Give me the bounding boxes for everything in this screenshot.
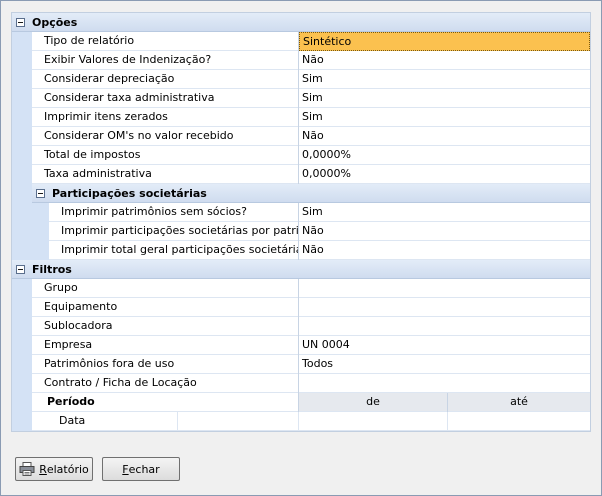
property-row[interactable]: Sublocadora bbox=[12, 317, 590, 336]
property-row[interactable]: Imprimir participações societárias por p… bbox=[12, 222, 590, 241]
data-to-field[interactable] bbox=[447, 412, 590, 431]
report-button-label: elatório bbox=[46, 462, 89, 476]
property-value[interactable]: Não bbox=[299, 241, 590, 260]
report-button[interactable]: Relatório bbox=[15, 457, 93, 481]
property-label: Considerar depreciação bbox=[32, 70, 298, 89]
property-row[interactable]: Contrato / Ficha de Locação bbox=[12, 374, 590, 393]
data-row[interactable]: Data bbox=[12, 412, 590, 431]
property-label: Empresa bbox=[32, 336, 298, 355]
property-label: Imprimir participações societárias por p… bbox=[49, 222, 298, 241]
property-value[interactable]: 0,0000% bbox=[299, 146, 590, 165]
property-label: Imprimir total geral participações socie… bbox=[49, 241, 298, 260]
category-opcoes[interactable]: Opções bbox=[12, 13, 590, 32]
property-row[interactable]: Empresa UN 0004 bbox=[12, 336, 590, 355]
property-value[interactable]: 0,0000% bbox=[299, 165, 590, 184]
property-row[interactable]: Exibir Valores de Indenização? Não bbox=[12, 51, 590, 70]
property-label: Tipo de relatório bbox=[32, 32, 298, 51]
property-value[interactable]: Não bbox=[299, 127, 590, 146]
property-value[interactable] bbox=[299, 279, 590, 298]
property-label: Imprimir patrimônios sem sócios? bbox=[49, 203, 298, 222]
property-row[interactable]: Equipamento bbox=[12, 298, 590, 317]
property-row[interactable]: Imprimir total geral participações socie… bbox=[12, 241, 590, 260]
property-row[interactable]: Considerar OM's no valor recebido Não bbox=[12, 127, 590, 146]
property-row[interactable]: Total de impostos 0,0000% bbox=[12, 146, 590, 165]
property-row[interactable]: Tipo de relatório Sintético bbox=[12, 32, 590, 51]
periodo-row: Período de até bbox=[12, 393, 590, 412]
subcategory-wrapper: Participações societárias bbox=[12, 184, 590, 203]
property-grid: Opções Tipo de relatório Sintético Exibi… bbox=[11, 12, 591, 432]
property-label: Patrimônios fora de uso bbox=[32, 355, 298, 374]
data-from-field[interactable] bbox=[298, 412, 447, 431]
property-label: Considerar taxa administrativa bbox=[32, 89, 298, 108]
collapse-icon[interactable] bbox=[16, 17, 25, 27]
close-button[interactable]: Fechar bbox=[102, 457, 180, 481]
category-title: Participações societárias bbox=[52, 186, 207, 200]
category-title: Filtros bbox=[32, 262, 72, 276]
property-value[interactable]: Sim bbox=[299, 70, 590, 89]
property-row[interactable]: Imprimir itens zerados Sim bbox=[12, 108, 590, 127]
property-value[interactable] bbox=[299, 317, 590, 336]
property-value[interactable] bbox=[299, 298, 590, 317]
collapse-icon[interactable] bbox=[36, 188, 45, 198]
property-value[interactable]: Não bbox=[299, 51, 590, 70]
property-value-tipo-relatorio[interactable]: Sintético bbox=[299, 32, 590, 51]
property-value[interactable]: Todos bbox=[299, 355, 590, 374]
category-title: Opções bbox=[32, 15, 78, 29]
category-participacoes[interactable]: Participações societárias bbox=[32, 184, 590, 203]
property-label: Contrato / Ficha de Locação bbox=[32, 374, 298, 393]
close-button-label: echar bbox=[128, 462, 160, 476]
property-label: Imprimir itens zerados bbox=[32, 108, 298, 127]
property-label: Considerar OM's no valor recebido bbox=[32, 127, 298, 146]
property-value[interactable]: UN 0004 bbox=[299, 336, 590, 355]
report-options-window: Opções Tipo de relatório Sintético Exibi… bbox=[0, 0, 602, 496]
property-row[interactable]: Grupo bbox=[12, 279, 590, 298]
property-row[interactable]: Imprimir patrimônios sem sócios? Sim bbox=[12, 203, 590, 222]
property-label: Grupo bbox=[32, 279, 298, 298]
periodo-label: Período bbox=[32, 393, 298, 412]
periodo-col-ate: até bbox=[448, 393, 590, 412]
data-label: Data bbox=[32, 412, 177, 431]
property-value[interactable]: Sim bbox=[299, 108, 590, 127]
property-label: Exibir Valores de Indenização? bbox=[32, 51, 298, 70]
report-button-accel: R bbox=[39, 462, 47, 476]
property-value[interactable]: Sim bbox=[299, 203, 590, 222]
property-label: Taxa administrativa bbox=[32, 165, 298, 184]
property-row[interactable]: Considerar depreciação Sim bbox=[12, 70, 590, 89]
property-row[interactable]: Patrimônios fora de uso Todos bbox=[12, 355, 590, 374]
printer-icon bbox=[19, 462, 35, 476]
category-filtros[interactable]: Filtros bbox=[12, 260, 590, 279]
collapse-icon[interactable] bbox=[16, 264, 25, 274]
property-label: Total de impostos bbox=[32, 146, 298, 165]
property-label: Equipamento bbox=[32, 298, 298, 317]
property-value[interactable]: Não bbox=[299, 222, 590, 241]
property-value[interactable] bbox=[299, 374, 590, 393]
property-value[interactable]: Sim bbox=[299, 89, 590, 108]
periodo-col-de: de bbox=[299, 393, 447, 412]
property-label: Sublocadora bbox=[32, 317, 298, 336]
property-row[interactable]: Taxa administrativa 0,0000% bbox=[12, 165, 590, 184]
property-row[interactable]: Considerar taxa administrativa Sim bbox=[12, 89, 590, 108]
